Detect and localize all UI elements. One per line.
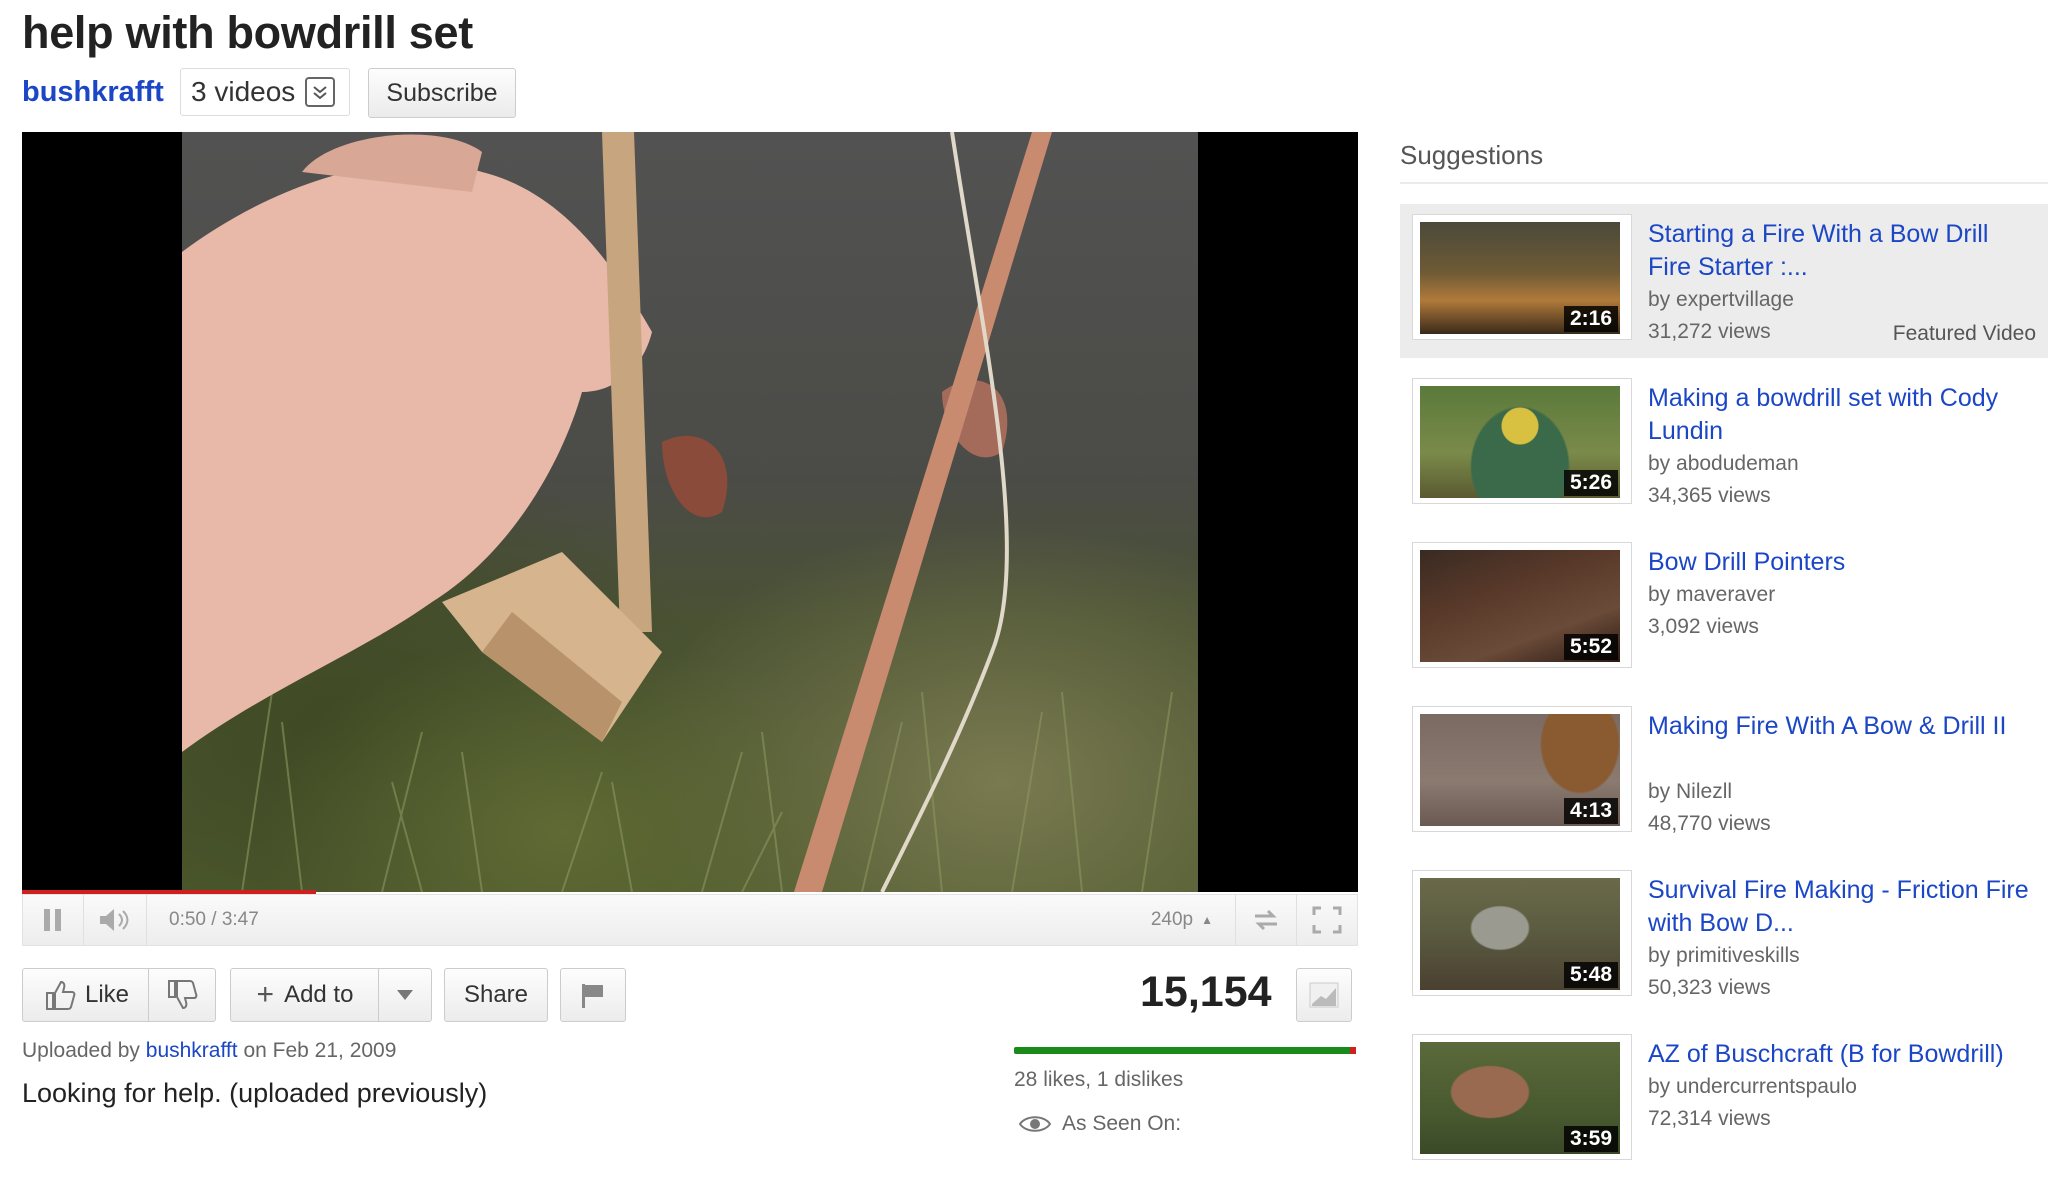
suggestion-thumbnail[interactable]: 2:16 [1412,214,1632,340]
suggestion-title[interactable]: Starting a Fire With a Bow Drill Fire St… [1648,218,2038,284]
suggestion-author: by abodudeman [1648,452,1799,475]
suggestion-title[interactable]: Making a bowdrill set with Cody Lundin [1648,382,2038,448]
video-duration: 5:26 [1563,470,1618,496]
flag-button[interactable] [560,968,626,1022]
like-label: Like [84,981,130,1008]
thumbs-up-icon [45,980,76,1010]
suggestion-title[interactable]: AZ of Buschcraft (B for Bowdrill) [1648,1038,2038,1071]
quality-up-icon: ▲ [1201,913,1213,927]
share-button[interactable]: Share [444,968,548,1022]
fullscreen-icon[interactable] [1297,906,1357,934]
upload-date: on Feb 21, 2009 [243,1039,397,1062]
suggestion-item[interactable]: 2:16 Starting a Fire With a Bow Drill Fi… [1400,204,2048,358]
plus-icon: + [256,978,275,1011]
suggestion-views: 72,314 views [1648,1107,1771,1130]
dislike-segment [1350,1047,1356,1054]
channel-videos-dropdown[interactable]: 3 videos [180,68,350,116]
view-count: 15,154 [1140,968,1272,1016]
video-duration: 3:59 [1563,1126,1618,1152]
video-title: help with bowdrill set [22,7,473,58]
suggestion-views: 3,092 views [1648,615,1759,638]
featured-video-label: Featured Video [1892,322,2036,345]
video-description: Looking for help. (uploaded previously) [22,1078,488,1108]
video-scene-illustration [182,132,1173,892]
video-duration: 2:16 [1563,306,1618,332]
pause-icon[interactable] [23,907,83,933]
suggestion-views: 31,272 views [1648,320,1771,343]
suggestion-views: 48,770 views [1648,812,1771,835]
channel-link[interactable]: bushkrafft [22,76,164,109]
subscribe-button[interactable]: Subscribe [368,68,516,118]
video-player[interactable] [22,132,1358,892]
like-ratio-bar [1014,1047,1356,1054]
uploaded-prefix: Uploaded by [22,1039,140,1062]
suggestion-item[interactable]: 5:48 Survival Fire Making - Friction Fir… [1400,860,2048,1014]
popout-icon[interactable] [1236,907,1296,933]
dislike-button[interactable] [148,968,216,1022]
suggestion-item[interactable]: 5:52 Bow Drill Pointers by maveraver 3,0… [1400,532,2048,686]
suggestion-title[interactable]: Bow Drill Pointers [1648,546,2038,579]
suggestion-views: 50,323 views [1648,976,1771,999]
add-to-dropdown-button[interactable] [378,968,432,1022]
player-controls: 0:50 / 3:47 240p ▲ [22,894,1358,946]
suggestion-thumbnail[interactable]: 4:13 [1412,706,1632,832]
stats-button[interactable] [1296,968,1352,1022]
as-seen-on-label: As Seen On: [1062,1112,1182,1135]
suggestions-divider [1400,182,2048,184]
suggestion-thumbnail[interactable]: 3:59 [1412,1034,1632,1160]
video-frame [182,132,1198,892]
chevron-down-icon [305,77,336,107]
thumbs-down-icon [168,980,198,1010]
suggestion-thumbnail[interactable]: 5:52 [1412,542,1632,668]
suggestion-item[interactable]: 3:59 AZ of Buschcraft (B for Bowdrill) b… [1400,1024,2048,1178]
suggestion-thumbnail[interactable]: 5:26 [1412,378,1632,504]
eye-icon [1018,1116,1052,1132]
suggestions-heading: Suggestions [1400,140,1544,170]
video-duration: 5:48 [1563,962,1618,988]
video-duration: 5:52 [1563,634,1618,660]
suggestion-thumbnail[interactable]: 5:48 [1412,870,1632,996]
suggestion-author: by primitiveskills [1648,944,1800,967]
likes-summary: 28 likes, 1 dislikes [1014,1068,1184,1091]
uploader-link[interactable]: bushkrafft [146,1039,238,1062]
suggestion-item[interactable]: 5:26 Making a bowdrill set with Cody Lun… [1400,368,2048,522]
like-button[interactable]: Like [22,968,150,1022]
suggestion-title[interactable]: Survival Fire Making - Friction Fire wit… [1648,874,2038,940]
suggestion-author: by Nilezll [1648,780,1733,803]
add-to-label: Add to [284,981,354,1008]
as-seen-on[interactable]: As Seen On: [1018,1112,1181,1136]
volume-icon[interactable] [84,906,146,934]
quality-selector[interactable]: 240p [1151,909,1193,931]
uploaded-info: Uploaded by bushkrafft on Feb 21, 2009 [22,1039,396,1063]
suggestion-author: by expertvillage [1648,288,1794,311]
video-duration: 4:13 [1563,798,1618,824]
suggestion-author: by undercurrentspaulo [1648,1075,1857,1098]
suggestion-title[interactable]: Making Fire With A Bow & Drill II [1648,710,2038,743]
suggestion-item[interactable]: 4:13 Making Fire With A Bow & Drill II b… [1400,696,2048,850]
flag-icon [582,984,603,1008]
caret-down-icon [397,990,413,1000]
add-to-button[interactable]: + Add to [230,968,380,1022]
chart-icon [1309,982,1339,1008]
videos-count: 3 videos [191,76,296,107]
time-display: 0:50 / 3:47 [169,909,259,930]
suggestion-views: 34,365 views [1648,484,1771,507]
share-label: Share [463,981,529,1008]
suggestion-author: by maveraver [1648,583,1776,606]
